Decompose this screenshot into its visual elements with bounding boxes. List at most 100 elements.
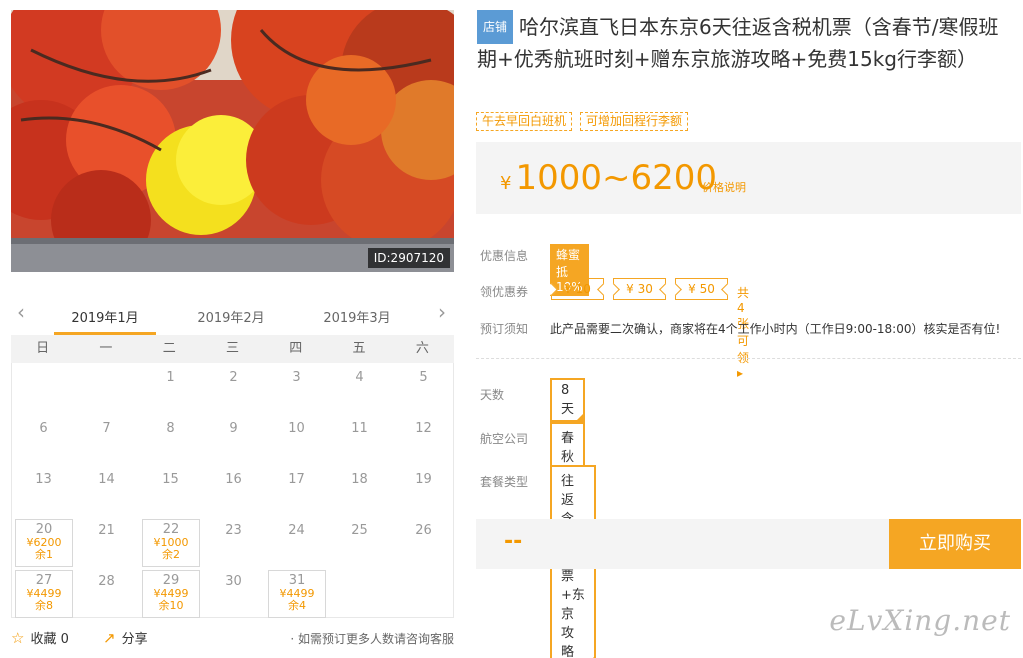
- calendar-day-remaining: 余10: [158, 599, 184, 612]
- feature-tags: 午去早回白班机 可增加回程行李额: [476, 112, 689, 131]
- calendar-day: 11: [328, 414, 391, 465]
- coupon-10[interactable]: ¥ 10: [551, 278, 604, 300]
- calendar-day[interactable]: 31 ¥4499 余4: [268, 570, 326, 618]
- notice-label: 预订须知: [480, 322, 529, 336]
- calendar-day: 19: [392, 465, 455, 516]
- product-title-text: 哈尔滨直飞日本东京6天往返含税机票（含春节/寒假班期+优秀航班时刻+赠东京旅游攻…: [477, 15, 999, 71]
- price-range: ¥1000~6200: [500, 158, 717, 204]
- coupon-label: 领优惠券: [480, 285, 529, 299]
- selected-price: --: [504, 529, 523, 554]
- calendar-day[interactable]: 20 ¥6200 余1: [15, 519, 73, 567]
- chevron-left-icon[interactable]: ‹: [17, 302, 25, 322]
- calendar-day-number: 30: [225, 574, 242, 589]
- currency-symbol: ¥: [500, 173, 512, 194]
- calendar-day: 2: [202, 363, 265, 414]
- product-title-block: 店铺 哈尔滨直飞日本东京6天往返含税机票（含春节/寒假班期+优秀航班时刻+赠东京旅…: [477, 10, 1017, 74]
- product-photo[interactable]: ID:2907120: [11, 10, 454, 272]
- calendar-day-number: 12: [415, 421, 432, 436]
- calendar-day-remaining: 余4: [288, 599, 306, 612]
- action-bar: ☆ 收藏 0 ↗ 分享 · 如需预订更多人数请咨询客服: [11, 626, 454, 650]
- weekday-sun: 日: [36, 341, 50, 356]
- calendar-day: 15: [139, 465, 202, 516]
- calendar-day: 3: [265, 363, 328, 414]
- calendar-day: 12: [392, 414, 455, 465]
- share-label: 分享: [121, 632, 148, 647]
- weekday-mon: 一: [99, 341, 113, 356]
- calendar-day-number: 16: [225, 472, 242, 487]
- calendar-day-number: 19: [415, 472, 432, 487]
- calendar-day-number: 10: [288, 421, 305, 436]
- days-option[interactable]: 8天: [550, 378, 585, 422]
- promo-label: 优惠信息: [480, 249, 529, 263]
- calendar-day: 5: [392, 363, 455, 414]
- calendar-day[interactable]: 29 ¥4499 余10: [142, 570, 200, 618]
- calendar-day-remaining: 余1: [35, 548, 53, 561]
- feature-tag: 午去早回白班机: [476, 112, 573, 131]
- calendar-day-number: 14: [98, 472, 115, 487]
- calendar-day-number: 3: [292, 370, 301, 385]
- calendar-day: 17: [265, 465, 328, 516]
- buy-now-button[interactable]: 立即购买: [889, 519, 1021, 569]
- calendar-day: 14: [75, 465, 138, 516]
- calendar-day: 6: [12, 414, 75, 465]
- calendar-day-number: 27: [35, 573, 53, 588]
- calendar-day-number: 13: [35, 472, 52, 487]
- calendar-day: 25: [328, 516, 391, 567]
- chevron-right-icon[interactable]: ›: [438, 302, 446, 322]
- calendar-day-number: 1: [166, 370, 175, 385]
- coupon-50[interactable]: ¥ 50: [675, 278, 728, 300]
- share-icon: ↗: [103, 629, 116, 647]
- calendar-day-number: 7: [102, 421, 111, 436]
- calendar-day-number: 11: [351, 421, 368, 436]
- calendar-day: 7: [75, 414, 138, 465]
- package-label: 套餐类型: [480, 475, 529, 489]
- price-range-value: 1000~6200: [515, 158, 717, 198]
- calendar-day: 16: [202, 465, 265, 516]
- calendar-day-number: 23: [225, 523, 242, 538]
- calendar-day-number: 29: [162, 573, 180, 588]
- product-title: 店铺 哈尔滨直飞日本东京6天往返含税机票（含春节/寒假班期+优秀航班时刻+赠东京旅…: [477, 10, 1017, 74]
- share-button[interactable]: ↗ 分享: [103, 628, 148, 647]
- price-box: ¥1000~6200 价格说明: [476, 142, 1021, 214]
- calendar-day-number: 8: [166, 421, 175, 436]
- calendar-day: 30: [202, 567, 265, 618]
- feature-tag: 可增加回程行李额: [580, 112, 689, 131]
- consult-hint: · 如需预订更多人数请咨询客服: [290, 632, 454, 646]
- tab-month-jan[interactable]: 2019年1月: [50, 307, 160, 335]
- calendar-day: 21: [75, 516, 138, 567]
- calendar-day-number: 20: [35, 522, 53, 537]
- calendar-day-number: 15: [162, 472, 179, 487]
- calendar-day-number: 24: [288, 523, 305, 538]
- calendar-day[interactable]: 22 ¥1000 余2: [142, 519, 200, 567]
- calendar-day: 13: [12, 465, 75, 516]
- favorite-button[interactable]: ☆ 收藏 0: [11, 628, 69, 647]
- calendar-day-number: 21: [98, 523, 115, 538]
- buy-bar: -- 立即购买: [476, 519, 1021, 569]
- calendar-day: 8: [139, 414, 202, 465]
- calendar-day[interactable]: 27 ¥4499 余8: [15, 570, 73, 618]
- price-note-link[interactable]: 价格说明: [702, 179, 746, 195]
- tab-month-feb[interactable]: 2019年2月: [176, 307, 286, 326]
- calendar-day-number: 31: [288, 573, 306, 588]
- calendar-day: 1: [139, 363, 202, 414]
- calendar-day-number: 4: [355, 370, 364, 385]
- weekday-wed: 三: [225, 341, 239, 356]
- coupon-30[interactable]: ¥ 30: [613, 278, 666, 300]
- shop-badge: 店铺: [477, 10, 514, 44]
- tab-month-mar[interactable]: 2019年3月: [302, 307, 412, 326]
- calendar-day-number: 26: [415, 523, 432, 538]
- airline-label: 航空公司: [480, 432, 529, 446]
- notice-text: 此产品需要二次确认，商家将在4个工作小时内（工作日9:00-18:00）核实是否…: [550, 322, 1001, 336]
- calendar-day-number: 28: [98, 574, 115, 589]
- product-page: ID:2907120 ‹ 2019年1月 2019年2月 2019年3月 › 日…: [0, 0, 1023, 658]
- star-icon: ☆: [11, 629, 25, 647]
- calendar-day: 18: [328, 465, 391, 516]
- weekday-fri: 五: [352, 341, 366, 356]
- calendar-day: 24: [265, 516, 328, 567]
- calendar-day: 4: [328, 363, 391, 414]
- calendar-day: 10: [265, 414, 328, 465]
- calendar-grid: 1 2 3 4 5 6 7 8 9 10 11 12 13 14 15 16 17 18 19 20 ¥6200 余1 21…: [11, 363, 454, 618]
- photo-id-label: ID:2907120: [367, 248, 450, 268]
- calendar-day-remaining: 余2: [162, 548, 180, 561]
- weekday-tue: 二: [162, 341, 176, 356]
